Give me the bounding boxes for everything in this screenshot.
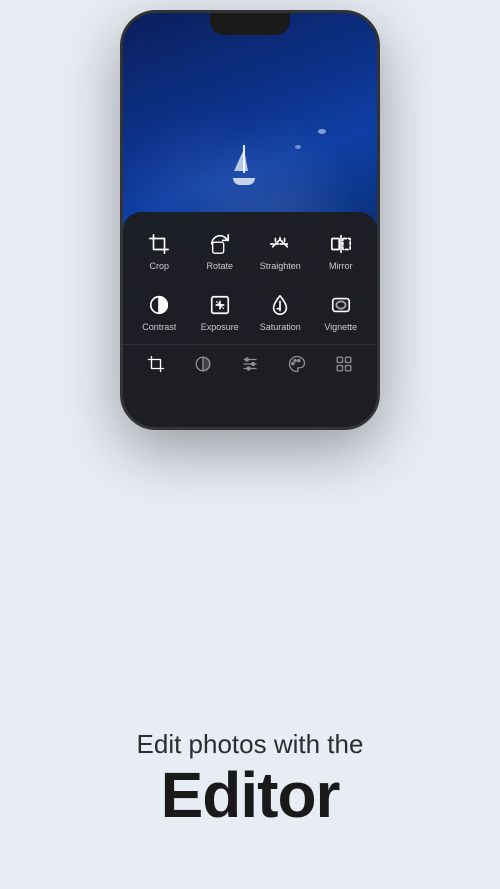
nav-adjust[interactable] bbox=[239, 353, 261, 375]
mirror-tool[interactable]: Mirror bbox=[311, 222, 372, 279]
contrast-tool[interactable]: Contrast bbox=[129, 283, 190, 340]
boat bbox=[230, 145, 258, 185]
saturation-tool[interactable]: Saturation bbox=[250, 283, 311, 340]
title-text: Editor bbox=[30, 762, 470, 829]
text-section: Edit photos with the Editor bbox=[0, 729, 500, 829]
vignette-tool[interactable]: Vignette bbox=[311, 283, 372, 340]
tools-panel: Crop Rotate bbox=[123, 212, 377, 427]
nav-filters[interactable] bbox=[192, 353, 214, 375]
phone-wrapper: Crop Rotate bbox=[120, 10, 380, 430]
phone-screen: Crop Rotate bbox=[123, 13, 377, 427]
phone-frame: Crop Rotate bbox=[120, 10, 380, 430]
crop-tool[interactable]: Crop bbox=[129, 222, 190, 279]
tools-row-1: Crop Rotate bbox=[123, 212, 377, 279]
subtitle-text: Edit photos with the bbox=[30, 729, 470, 760]
exposure-tool[interactable]: Exposure bbox=[190, 283, 251, 340]
phone-notch bbox=[210, 13, 290, 35]
straighten-tool[interactable]: Straighten bbox=[250, 222, 311, 279]
tools-row-2: Contrast Exposure bbox=[123, 279, 377, 340]
bottom-nav bbox=[123, 344, 377, 387]
nav-grid[interactable] bbox=[333, 353, 355, 375]
rotate-tool[interactable]: Rotate bbox=[190, 222, 251, 279]
nav-crop[interactable] bbox=[145, 353, 167, 375]
nav-palette[interactable] bbox=[286, 353, 308, 375]
